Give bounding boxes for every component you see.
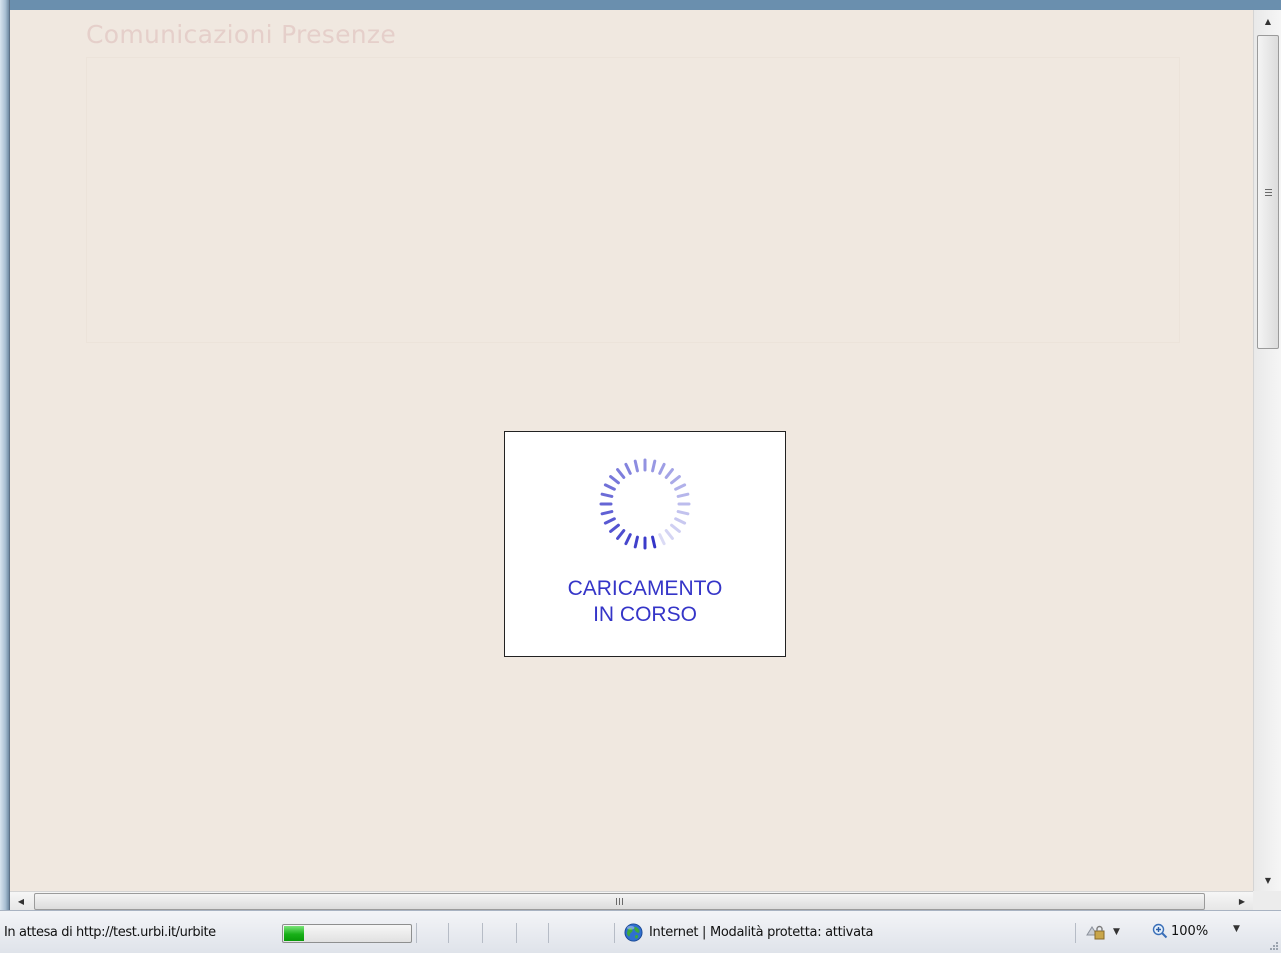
grip-icon [616, 898, 623, 905]
progress-fill [284, 926, 305, 941]
spinner-tick [658, 533, 666, 546]
status-text: In attesa di http://test.urbi.it/urbite [4, 925, 216, 940]
browser-window: Comunicazioni Presenze CARICAMENTO IN CO… [0, 0, 1281, 953]
spinner-tick [674, 517, 687, 525]
content-panel [86, 57, 1180, 343]
status-divider [482, 923, 483, 943]
spinner-tick [670, 475, 681, 485]
grip-icon [1264, 188, 1272, 196]
arrow-right-icon: ▶ [1238, 897, 1246, 906]
spinner-tick [600, 492, 614, 498]
vertical-scrollbar[interactable]: ▲ ▼ [1253, 10, 1281, 891]
progress-bar [282, 924, 412, 943]
spinner-tick [664, 529, 674, 540]
status-bar: In attesa di http://test.urbi.it/urbite … [0, 910, 1281, 953]
spinner-tick [658, 462, 666, 475]
page-title: Comunicazioni Presenze [86, 20, 397, 49]
scroll-right-button[interactable]: ▶ [1231, 892, 1253, 911]
spinner-tick [609, 475, 620, 485]
arrow-down-icon: ▼ [1264, 875, 1272, 885]
spinner-tick [651, 459, 657, 473]
status-divider [548, 923, 549, 943]
lock-icon [1086, 925, 1105, 940]
spinner-tick [670, 523, 681, 533]
chevron-down-icon: ▼ [1113, 927, 1120, 937]
status-divider [448, 923, 449, 943]
spinner-tick [664, 468, 674, 479]
globe-icon [624, 923, 643, 942]
spinner-tick [676, 492, 690, 498]
zone-text: Internet | Modalità protetta: attivata [649, 925, 874, 940]
window-frame-left [0, 0, 10, 910]
spinner-tick [674, 483, 687, 491]
spinner-tick [676, 510, 690, 516]
resize-grip-icon[interactable] [1269, 941, 1279, 951]
spinner-tick [616, 468, 626, 479]
page-content: Comunicazioni Presenze CARICAMENTO IN CO… [10, 10, 1253, 891]
spinner-tick [600, 510, 614, 516]
chevron-down-icon: ▼ [1233, 924, 1240, 934]
spinner-tick [603, 483, 616, 491]
spinner-tick [616, 529, 626, 540]
scroll-down-button[interactable]: ▼ [1254, 869, 1281, 891]
arrow-up-icon: ▲ [1264, 16, 1272, 26]
zoom-level: 100% [1171, 923, 1209, 939]
zoom-icon [1152, 923, 1168, 939]
spinner-tick [624, 462, 632, 475]
protected-mode-button[interactable]: ▼ [1085, 923, 1120, 941]
zoom-dropdown-button[interactable]: ▼ [1233, 924, 1240, 934]
scrollbar-corner [1253, 891, 1281, 910]
vertical-scroll-thumb[interactable] [1257, 35, 1279, 349]
spinner-tick [624, 533, 632, 546]
loading-line-2: IN CORSO [593, 603, 697, 626]
status-divider [416, 923, 417, 943]
loading-line-1: CARICAMENTO [567, 577, 723, 600]
loading-dialog: CARICAMENTO IN CORSO [504, 431, 786, 657]
status-divider [1075, 923, 1076, 943]
status-divider [516, 923, 517, 943]
zoom-button[interactable]: 100% [1152, 923, 1208, 939]
security-zone[interactable]: Internet | Modalità protetta: attivata [624, 923, 874, 942]
spinner-tick [633, 535, 639, 549]
spinner-tick [633, 459, 639, 473]
spinner-tick [651, 535, 657, 549]
horizontal-scrollbar[interactable]: ◀ ▶ [10, 891, 1253, 911]
arrow-left-icon: ◀ [17, 897, 25, 906]
spinner-icon [599, 458, 691, 550]
scroll-left-button[interactable]: ◀ [10, 892, 32, 911]
horizontal-scroll-thumb[interactable] [34, 893, 1205, 910]
loading-message: CARICAMENTO IN CORSO [505, 576, 785, 628]
spinner-tick [603, 517, 616, 525]
spinner-tick [609, 523, 620, 533]
status-divider [614, 923, 615, 943]
scroll-up-button[interactable]: ▲ [1254, 10, 1281, 32]
